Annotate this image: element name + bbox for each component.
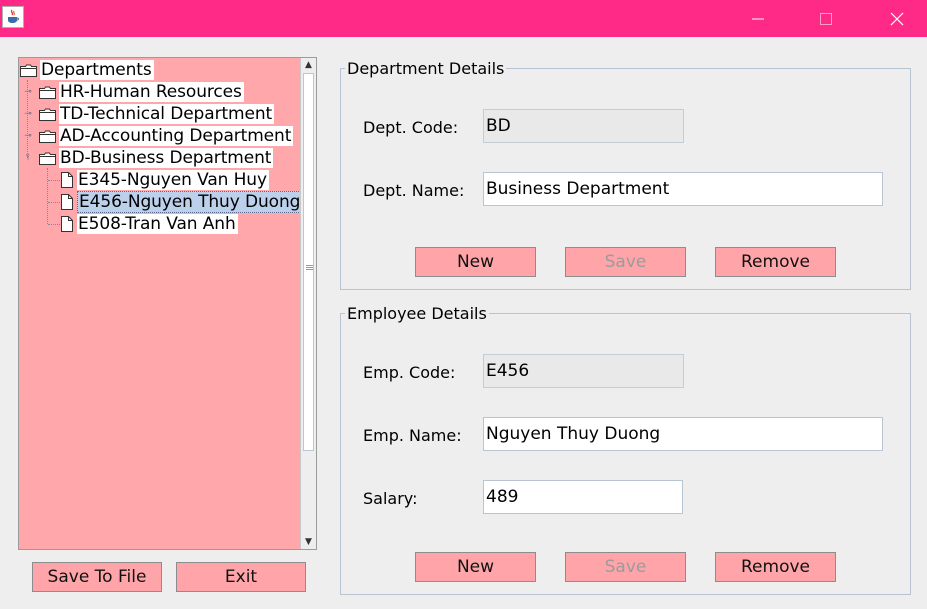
employee-details-title: Employee Details xyxy=(345,304,489,324)
save-to-file-button[interactable]: Save To File xyxy=(32,562,162,592)
expanded-handle-icon[interactable]: ⫯ xyxy=(23,153,33,163)
emp-save-button: Save xyxy=(565,552,686,582)
emp-code-label: Emp. Code: xyxy=(363,363,456,382)
tree-node-bd[interactable]: BD-Business Department xyxy=(39,147,274,169)
maximize-icon xyxy=(820,12,832,25)
tree-leaf-employee[interactable]: E345-Nguyen Van Huy xyxy=(60,169,269,191)
department-details-group: Department Details Dept. Code: BD Dept. … xyxy=(340,59,911,290)
employee-details-group: Employee Details Emp. Code: E456 Emp. Na… xyxy=(340,304,911,595)
tree-node-label: TD-Technical Department xyxy=(59,104,275,124)
folder-icon xyxy=(39,130,56,143)
tree-connector xyxy=(48,180,60,181)
tree-connector xyxy=(48,202,60,203)
tree-node-label: AD-Accounting Department xyxy=(59,126,294,146)
close-icon xyxy=(890,12,904,25)
folder-icon xyxy=(20,64,37,77)
file-icon xyxy=(61,216,73,232)
emp-name-input[interactable]: Nguyen Thuy Duong xyxy=(483,417,883,451)
department-details-title: Department Details xyxy=(345,59,507,79)
tree-node-ad[interactable]: AD-Accounting Department xyxy=(39,125,294,147)
exit-button[interactable]: Exit xyxy=(176,562,306,592)
grip-icon xyxy=(306,264,313,271)
file-icon xyxy=(61,194,73,210)
tree-leaf-employee-selected[interactable]: E456-Nguyen Thuy Duong xyxy=(60,191,304,213)
tree-node-label: BD-Business Department xyxy=(59,148,274,168)
department-tree[interactable]: Departments ⊸ HR-Human Resources ⊸ TD-Te… xyxy=(18,57,317,550)
collapsed-handle-icon[interactable]: ⊸ xyxy=(23,109,33,119)
tree-connector xyxy=(48,224,60,225)
close-button[interactable] xyxy=(874,0,920,37)
tree-root[interactable]: Departments xyxy=(20,59,154,81)
collapsed-handle-icon[interactable]: ⊸ xyxy=(23,131,33,141)
emp-code-field: E456 xyxy=(483,354,684,388)
tree-node-label: HR-Human Resources xyxy=(59,82,244,102)
java-cup-icon[interactable] xyxy=(2,6,24,28)
emp-name-label: Emp. Name: xyxy=(363,426,462,445)
scroll-thumb[interactable] xyxy=(303,73,314,451)
dept-name-label: Dept. Name: xyxy=(363,181,465,200)
salary-input[interactable]: 489 xyxy=(483,480,683,514)
tree-root-label: Departments xyxy=(40,60,154,80)
dept-save-button: Save xyxy=(565,247,686,277)
tree-leaf-label: E508-Tran Van Anh xyxy=(77,214,238,234)
folder-icon xyxy=(39,86,56,99)
tree-node-td[interactable]: TD-Technical Department xyxy=(39,103,275,125)
emp-remove-button[interactable]: Remove xyxy=(715,552,836,582)
dept-remove-button[interactable]: Remove xyxy=(715,247,836,277)
emp-new-button[interactable]: New xyxy=(415,552,536,582)
tree-leaf-label: E456-Nguyen Thuy Duong xyxy=(77,191,304,213)
scroll-up-arrow-icon[interactable]: ▲ xyxy=(301,58,316,72)
minimize-button[interactable] xyxy=(735,0,781,37)
tree-scrollbar[interactable]: ▲ ▼ xyxy=(300,58,316,549)
minimize-icon xyxy=(752,18,764,19)
dept-code-label: Dept. Code: xyxy=(363,118,459,137)
maximize-button xyxy=(803,0,849,37)
tree-leaf-label: E345-Nguyen Van Huy xyxy=(77,170,269,190)
file-icon xyxy=(61,172,73,188)
dept-code-field: BD xyxy=(483,109,684,143)
tree-leaf-employee[interactable]: E508-Tran Van Anh xyxy=(60,213,238,235)
folder-icon xyxy=(39,108,56,121)
tree-connector xyxy=(47,168,48,224)
dept-new-button[interactable]: New xyxy=(415,247,536,277)
collapsed-handle-icon[interactable]: ⊸ xyxy=(23,87,33,97)
title-bar[interactable] xyxy=(0,0,927,37)
tree-node-hr[interactable]: HR-Human Resources xyxy=(39,81,244,103)
dept-name-input[interactable]: Business Department xyxy=(483,172,883,206)
salary-label: Salary: xyxy=(363,489,418,508)
folder-icon xyxy=(39,152,56,165)
scroll-down-arrow-icon[interactable]: ▼ xyxy=(301,535,316,549)
